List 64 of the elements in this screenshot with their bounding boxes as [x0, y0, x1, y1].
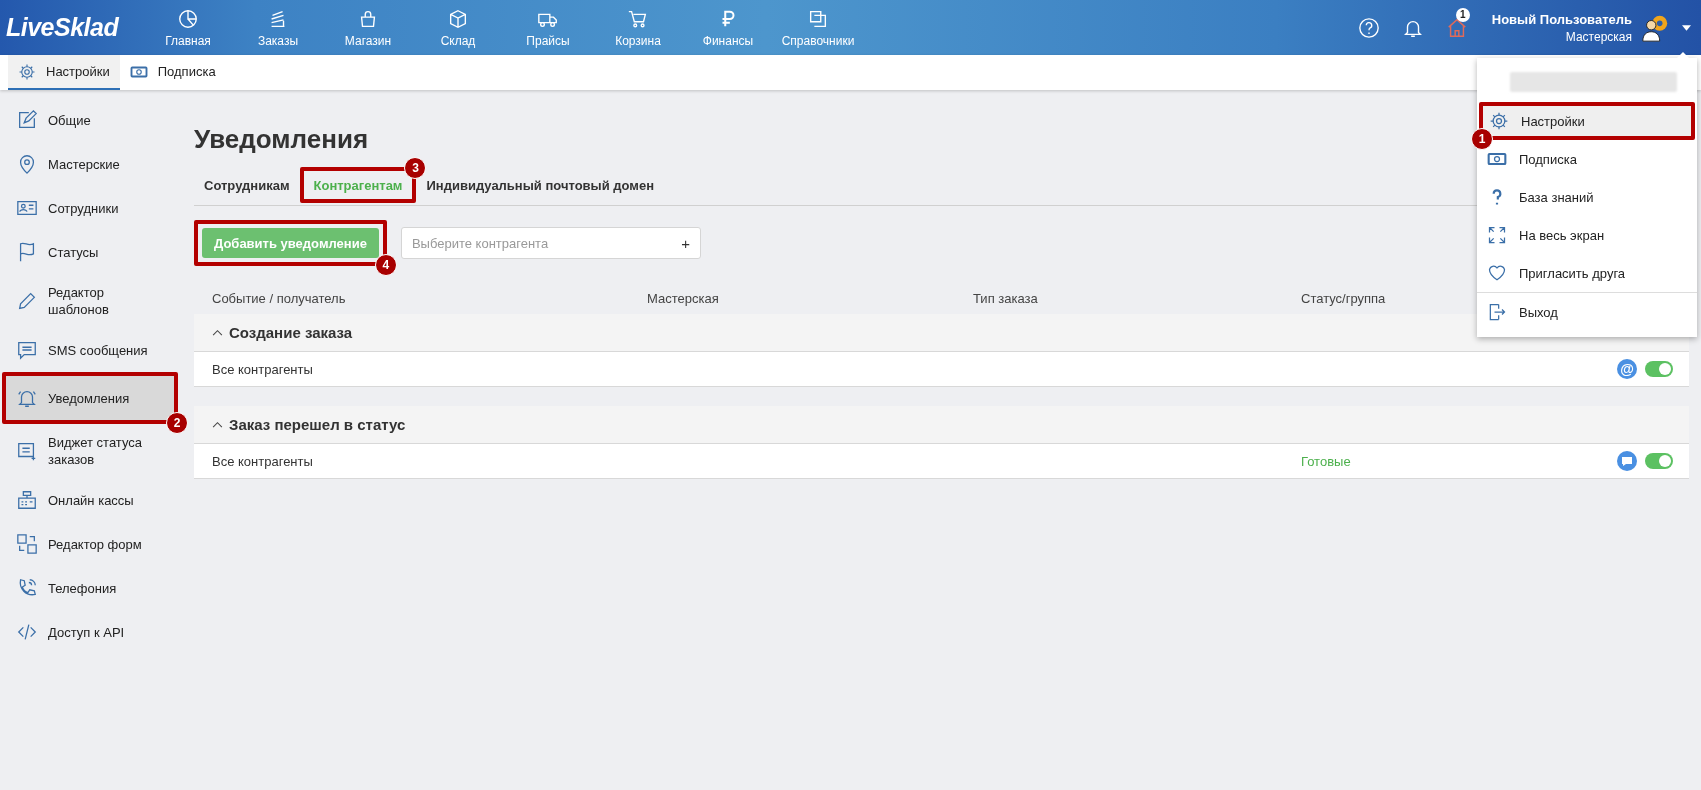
- status-cell-text: Готовые: [1301, 453, 1352, 469]
- chevron-up-icon[interactable]: [212, 421, 223, 428]
- form-icon: [16, 533, 38, 555]
- sidebar-item[interactable]: Редактор шаблонов: [0, 274, 182, 328]
- home-icon[interactable]: [1445, 16, 1468, 39]
- callout-badge: 1: [1471, 128, 1493, 150]
- menu-item[interactable]: Пригласить друга: [1477, 254, 1697, 292]
- settings-icon: [18, 62, 36, 81]
- nav-item[interactable]: Главная: [143, 7, 233, 48]
- sidebar-item[interactable]: Онлайн кассы: [0, 478, 182, 522]
- toggle-switch[interactable]: [1645, 361, 1673, 377]
- chevron-up-icon[interactable]: [212, 329, 223, 336]
- callout-badge: 2: [166, 412, 188, 434]
- column-header: Статус/группа: [1301, 290, 1387, 306]
- group-header[interactable]: Заказ перешел в статус: [194, 406, 1689, 444]
- sidebar-item[interactable]: SMS сообщения: [0, 328, 182, 372]
- sidebar-item[interactable]: Общие: [0, 98, 182, 142]
- sidebar-item[interactable]: Редактор форм: [0, 522, 182, 566]
- contractor-select[interactable]: Выберите контрагента +: [400, 227, 701, 259]
- toggle-switch[interactable]: [1645, 453, 1673, 469]
- menu-item[interactable]: База знаний: [1477, 178, 1697, 216]
- page-title: Уведомления: [194, 124, 369, 155]
- sidebar-item[interactable]: Сотрудники: [0, 186, 182, 230]
- column-header: Мастерская: [647, 290, 720, 306]
- caret-icon[interactable]: [1682, 24, 1691, 31]
- sidebar-item[interactable]: Уведомления: [6, 376, 174, 420]
- table-cell-text: Все контрагенты: [212, 453, 314, 469]
- pencil-icon: [16, 290, 38, 312]
- nav-item[interactable]: Прайсы: [503, 7, 593, 48]
- settings-tab[interactable]: Подписка: [119, 55, 226, 90]
- menu-item[interactable]: На весь экран: [1477, 216, 1697, 254]
- user-role: Мастерская: [1565, 29, 1632, 44]
- widget-icon: [16, 440, 38, 462]
- chat-channel-icon: [1617, 451, 1637, 471]
- nav-item[interactable]: Магазин: [323, 7, 413, 48]
- edit-icon: [16, 109, 38, 131]
- help-icon[interactable]: [1357, 16, 1380, 39]
- notification-badge: 1: [1455, 7, 1470, 22]
- nav-item[interactable]: Склад: [413, 7, 503, 48]
- column-header: Событие / получатель: [212, 290, 347, 306]
- sidebar-item[interactable]: Мастерские: [0, 142, 182, 186]
- logout-icon: [1487, 302, 1507, 322]
- callout-badge: 3: [404, 157, 427, 179]
- chat-icon: [16, 339, 38, 361]
- nav-item[interactable]: Заказы: [233, 7, 323, 48]
- menu-item[interactable]: Настройки: [1483, 106, 1691, 136]
- cash-register-icon: [16, 489, 38, 511]
- email-channel-icon: @: [1617, 359, 1637, 379]
- callout-badge: 4: [374, 254, 397, 276]
- settings-icon: [1489, 111, 1509, 131]
- column-header: Тип заказа: [973, 290, 1039, 306]
- settings-tab[interactable]: Настройки: [8, 55, 120, 90]
- sidebar-item[interactable]: Статусы: [0, 230, 182, 274]
- add-glyph[interactable]: +: [671, 234, 700, 252]
- pie-chart-icon: [177, 7, 199, 30]
- tab[interactable]: Сотрудникам: [194, 171, 300, 199]
- sidebar-item[interactable]: Доступ к API: [0, 610, 182, 654]
- user-name: Новый Пользователь: [1491, 11, 1632, 27]
- expand-icon: [1487, 225, 1507, 245]
- table-cell-text: Все контрагенты: [212, 361, 314, 377]
- heart-icon: [1487, 263, 1507, 283]
- logo[interactable]: LiveSklad: [0, 13, 143, 42]
- sidebar-item[interactable]: Телефония: [0, 566, 182, 610]
- box-icon: [447, 7, 469, 30]
